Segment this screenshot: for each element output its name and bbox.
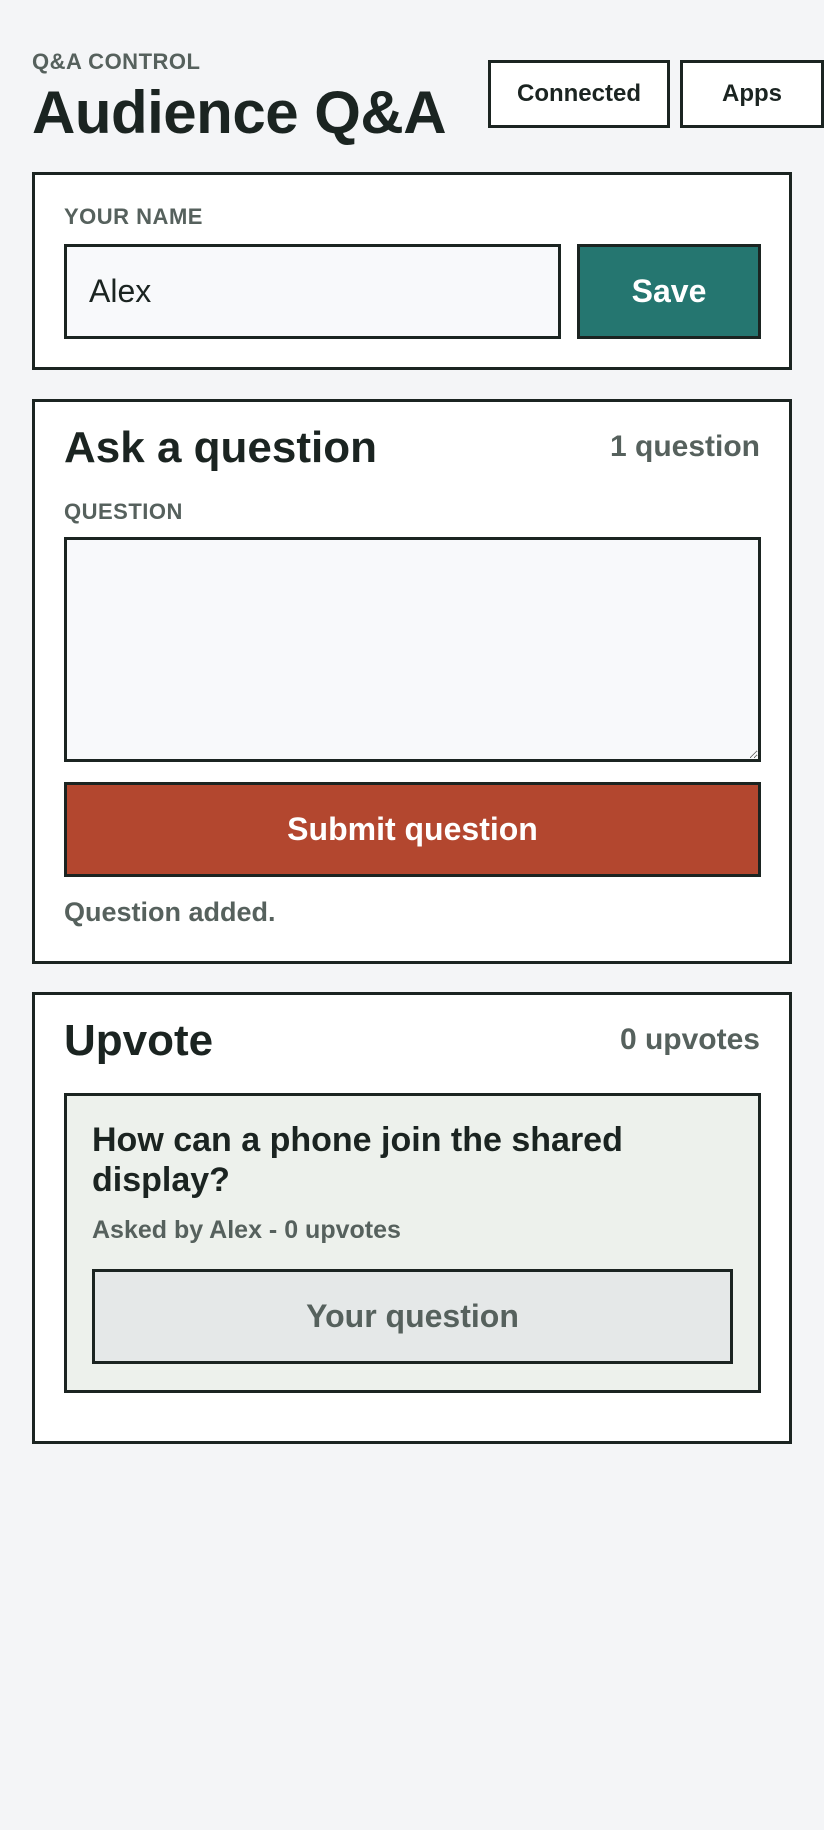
- question-item: How can a phone join the shared display?…: [64, 1093, 761, 1393]
- submit-question-button[interactable]: Submit question: [64, 782, 761, 877]
- status-message: Question added.: [64, 897, 276, 927]
- page-eyebrow: Q&A CONTROL: [32, 49, 201, 74]
- question-textarea[interactable]: [64, 537, 761, 762]
- name-field-label: YOUR NAME: [64, 204, 203, 229]
- page-header: Q&A CONTROL Audience Q&A Connected Apps: [32, 46, 824, 146]
- apps-button[interactable]: Apps: [680, 60, 824, 128]
- upvote-card: Upvote 0 upvotes How can a phone join th…: [32, 992, 792, 1444]
- question-meta: Asked by Alex - 0 upvotes: [92, 1216, 401, 1244]
- name-input[interactable]: [64, 244, 561, 339]
- ask-question-card: Ask a question 1 question QUESTION Submi…: [32, 399, 792, 964]
- upvote-count: 0 upvotes: [619, 1023, 760, 1056]
- question-field-label: QUESTION: [64, 499, 183, 524]
- save-button[interactable]: Save: [577, 244, 761, 339]
- question-count: 1 question: [609, 430, 760, 463]
- ask-question-heading: Ask a question: [64, 423, 377, 472]
- name-card: YOUR NAME Save: [32, 172, 792, 370]
- connected-button[interactable]: Connected: [488, 60, 670, 128]
- question-text: How can a phone join the shared display?: [92, 1121, 623, 1199]
- your-question-button[interactable]: Your question: [92, 1269, 733, 1364]
- page-title: Audience Q&A: [32, 79, 447, 146]
- upvote-heading: Upvote: [64, 1016, 214, 1065]
